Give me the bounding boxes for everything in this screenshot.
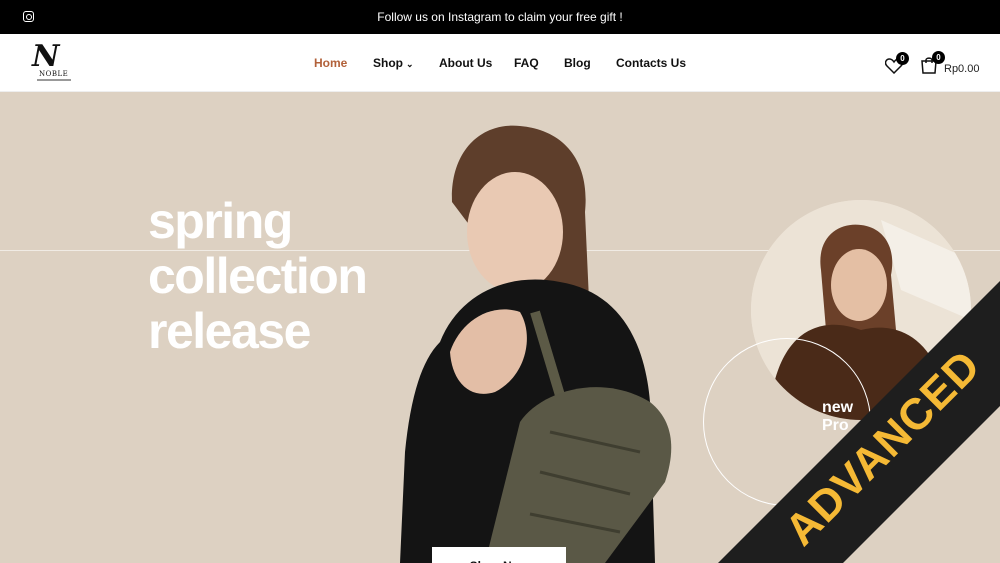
- product-label: Pro: [822, 417, 849, 434]
- wishlist-count: 0: [896, 52, 909, 65]
- announcement-bar: Follow us on Instagram to claim your fre…: [0, 0, 1000, 34]
- hero-headline: spring collection release: [148, 193, 368, 359]
- nav-about[interactable]: About Us: [439, 56, 492, 70]
- nav-home[interactable]: Home: [314, 56, 347, 70]
- headline-line-1: spring: [148, 193, 293, 249]
- announcement-text: Follow us on Instagram to claim your fre…: [377, 10, 623, 24]
- new-label: new: [822, 399, 854, 416]
- nav-faq[interactable]: FAQ: [514, 56, 539, 70]
- wishlist-button[interactable]: 0: [884, 52, 909, 75]
- site-header: N NOBLE Home Shop ⌄ About Us FAQ Blog Con…: [0, 34, 1000, 92]
- logo-text: NOBLE: [39, 70, 69, 78]
- nav-shop-label: Shop: [373, 56, 403, 70]
- cart-total[interactable]: Rp0.00: [944, 63, 979, 75]
- nav-blog[interactable]: Blog: [564, 56, 591, 70]
- headline-line-3: release: [148, 303, 311, 359]
- model-photo: [400, 125, 672, 563]
- new-product-label[interactable]: new Pro: [822, 399, 853, 435]
- hero-banner: spring collection release new Pro Shop N…: [0, 92, 1000, 563]
- logo[interactable]: N NOBLE: [28, 42, 80, 84]
- nav-contacts[interactable]: Contacts Us: [616, 56, 686, 70]
- nav-shop[interactable]: Shop ⌄: [373, 56, 414, 70]
- cart-button[interactable]: 0: [920, 51, 945, 74]
- chevron-down-icon: ⌄: [406, 59, 414, 69]
- headline-line-2: collection: [148, 248, 368, 304]
- shop-now-button[interactable]: Shop Now: [432, 547, 566, 563]
